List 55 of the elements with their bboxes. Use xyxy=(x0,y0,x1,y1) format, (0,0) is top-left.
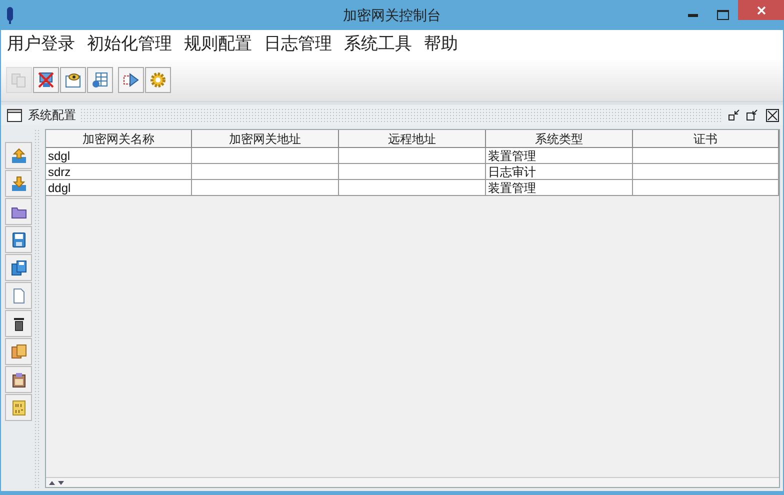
gear-icon xyxy=(149,70,167,88)
table-cell: 日志审计 xyxy=(486,164,633,180)
copy-icon xyxy=(10,70,28,88)
computer-cross-icon xyxy=(37,70,55,88)
menu-item[interactable]: 规则配置 xyxy=(184,31,252,57)
menu-item[interactable]: 系统工具 xyxy=(344,31,412,57)
window-icon xyxy=(7,108,22,122)
side-tool-button[interactable] xyxy=(5,198,32,225)
restore-button[interactable] xyxy=(745,108,759,122)
toolbar-button[interactable] xyxy=(118,66,144,92)
toolbar-button[interactable] xyxy=(60,66,86,92)
scroll-bar[interactable] xyxy=(46,477,779,487)
table-icon xyxy=(91,70,109,88)
toolbar-button[interactable] xyxy=(145,66,171,92)
copy-documents-icon xyxy=(10,342,28,360)
side-tool-button[interactable] xyxy=(5,254,32,281)
close-button[interactable] xyxy=(738,0,784,20)
panel-close-button[interactable] xyxy=(765,108,779,122)
app-icon xyxy=(5,6,15,24)
close-icon xyxy=(766,108,778,122)
column-header[interactable]: 系统类型 xyxy=(486,130,633,148)
minimize-icon xyxy=(688,14,698,16)
table-cell: sdgl xyxy=(46,148,192,164)
side-tool-button[interactable] xyxy=(5,310,32,337)
tray-down-arrow-icon xyxy=(10,174,28,192)
window-eye-icon xyxy=(64,70,82,88)
window-title: 加密网关控制台 xyxy=(343,6,441,24)
column-header[interactable]: 加密网关名称 xyxy=(46,130,192,148)
panel-title: 系统配置 xyxy=(28,107,77,124)
properties-sheet-icon xyxy=(10,398,28,416)
menu-item[interactable]: 日志管理 xyxy=(264,31,332,57)
restore-icon xyxy=(746,109,758,121)
table-cell: 装置管理 xyxy=(486,148,633,164)
iconify-button[interactable] xyxy=(727,108,741,122)
close-icon xyxy=(756,6,766,14)
side-tool-button[interactable] xyxy=(5,366,32,393)
maximize-icon xyxy=(717,10,729,20)
clipboard-icon xyxy=(10,370,28,388)
column-header[interactable]: 证书 xyxy=(633,130,779,148)
table-cell: 装置管理 xyxy=(486,180,633,196)
menu-item[interactable]: 初始化管理 xyxy=(87,31,172,57)
stacked-disks-icon xyxy=(10,258,28,276)
scroll-arrow-icon xyxy=(48,480,66,486)
toolbar-button[interactable] xyxy=(87,66,113,92)
tray-up-arrow-icon xyxy=(10,146,28,164)
column-header[interactable]: 远程地址 xyxy=(339,130,486,148)
toolbar-button[interactable] xyxy=(33,66,59,92)
forward-arrow-icon xyxy=(122,70,140,88)
table-cell: ddgl xyxy=(46,180,192,196)
side-tool-button[interactable] xyxy=(5,226,32,253)
menu-item[interactable]: 帮助 xyxy=(424,31,458,57)
minimize-icon xyxy=(728,109,740,121)
column-header[interactable]: 加密网关地址 xyxy=(192,130,339,148)
menu-item[interactable]: 用户登录 xyxy=(7,31,75,57)
table-cell: sdrz xyxy=(46,164,192,180)
